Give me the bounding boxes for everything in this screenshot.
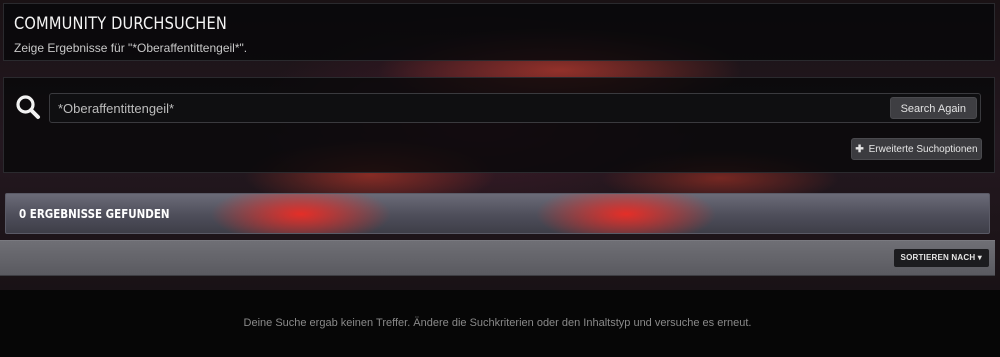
caret-down-icon: ▾	[977, 253, 982, 262]
search-panel: *Oberaffentittengeil* Search Again ✚ Erw…	[3, 77, 995, 173]
results-count-title: 0 ERGEBNISSE GEFUNDEN	[19, 207, 170, 221]
plus-icon: ✚	[855, 144, 864, 155]
search-again-button[interactable]: Search Again	[889, 97, 977, 119]
page-header: COMMUNITY DURCHSUCHEN Zeige Ergebnisse f…	[3, 3, 995, 61]
page-title: COMMUNITY DURCHSUCHEN	[14, 14, 227, 34]
page-subtitle: Zeige Ergebnisse für "*Oberaffentittenge…	[14, 41, 248, 55]
empty-results-message: Deine Suche ergab keinen Treffer. Ändere…	[243, 317, 752, 329]
sort-by-label: SORTIEREN NACH	[900, 253, 976, 262]
advanced-search-label: Erweiterte Suchoptionen	[868, 144, 978, 155]
sort-by-button[interactable]: SORTIEREN NACH ▾	[893, 249, 989, 267]
sort-bar: SORTIEREN NACH ▾	[0, 240, 995, 276]
search-input[interactable]: *Oberaffentittengeil* Search Again	[49, 93, 981, 123]
search-input-value: *Oberaffentittengeil*	[58, 101, 175, 116]
empty-results-panel: Deine Suche ergab keinen Treffer. Ändere…	[0, 290, 1000, 357]
advanced-search-button[interactable]: ✚ Erweiterte Suchoptionen	[851, 138, 982, 160]
results-header: 0 ERGEBNISSE GEFUNDEN	[5, 193, 990, 234]
search-icon	[15, 94, 41, 120]
